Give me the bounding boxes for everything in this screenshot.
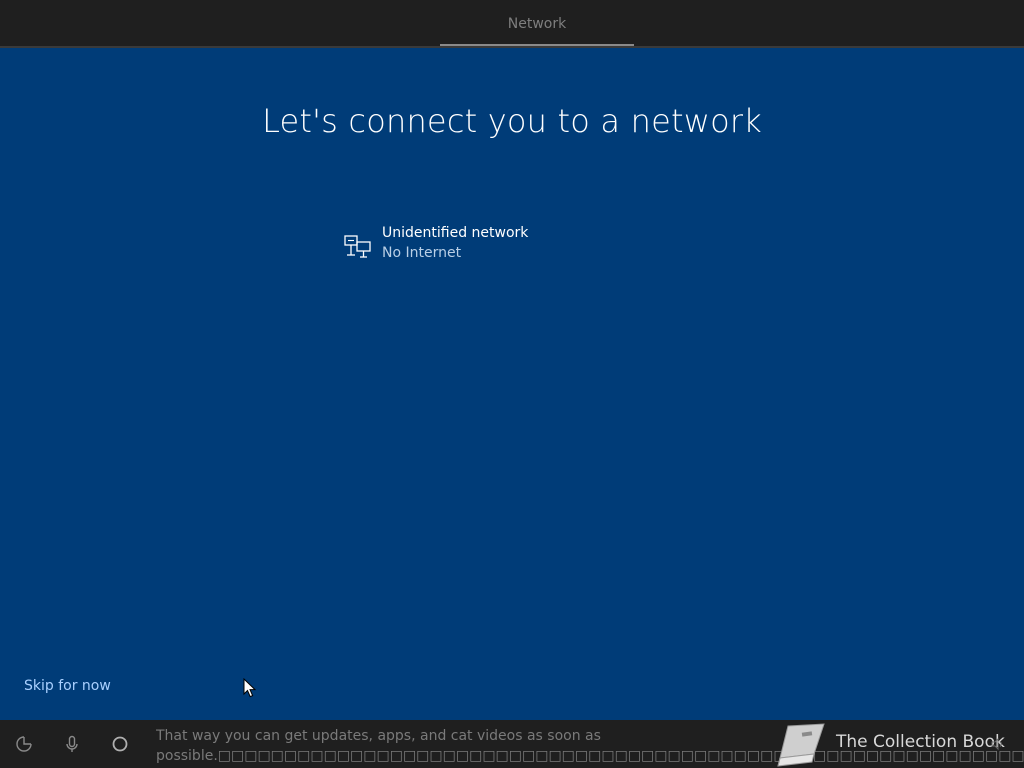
volume-icon[interactable] — [990, 737, 1004, 751]
oobe-network-screen: Network Let's connect you to a network U… — [0, 0, 1024, 768]
network-list-item[interactable]: Unidentified network No Internet — [336, 222, 696, 268]
header-bar: Network — [0, 0, 1024, 48]
ease-of-access-icon[interactable] — [14, 734, 34, 754]
cortana-icon[interactable] — [110, 734, 130, 754]
network-status: No Internet — [382, 245, 462, 261]
watermark: The Collection Book — [772, 720, 1024, 768]
taskbar: That way you can get updates, apps, and … — [0, 720, 1024, 768]
wired-network-icon — [344, 235, 371, 258]
mouse-cursor-icon — [243, 678, 257, 698]
book-icon — [777, 723, 825, 767]
watermark-text: The Collection Book — [836, 732, 1005, 752]
skip-for-now-link[interactable]: Skip for now — [24, 678, 111, 694]
microphone-icon[interactable] — [62, 734, 82, 754]
tab-network: Network — [440, 0, 634, 46]
page-title: Let's connect you to a network — [262, 102, 762, 140]
network-name: Unidentified network — [382, 225, 529, 241]
